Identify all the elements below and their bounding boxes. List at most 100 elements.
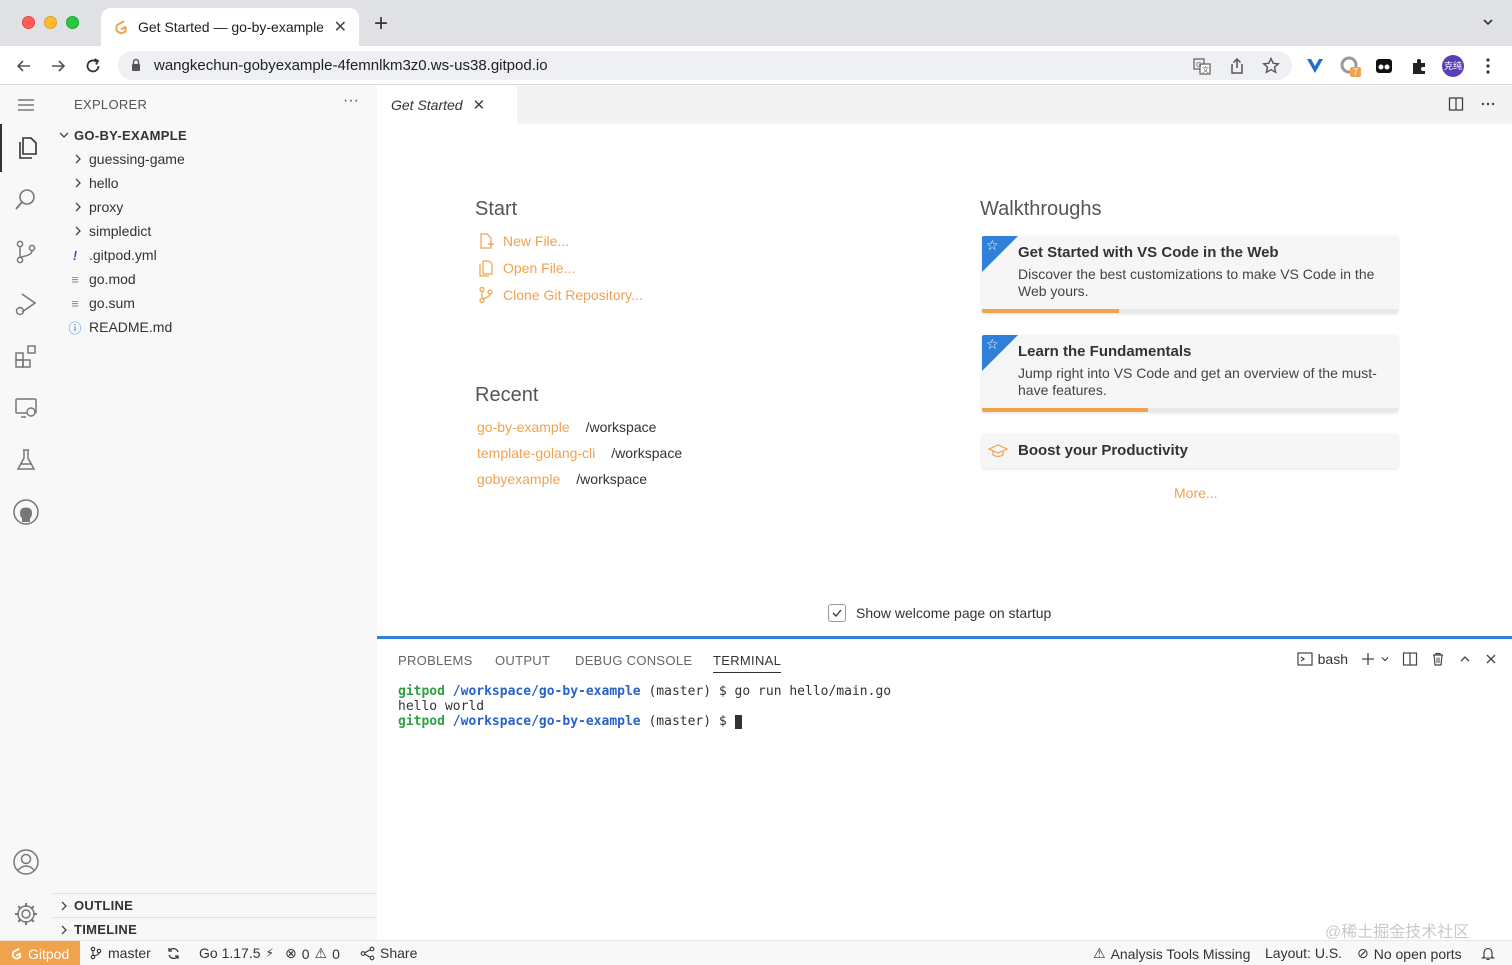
recent-item: template-golang-cli /workspace (477, 445, 682, 461)
omnibox[interactable]: wangkechun-gobyexample-4femnlkm3z0.ws-us… (118, 51, 1292, 80)
show-on-startup-checkbox[interactable] (828, 604, 846, 622)
window-close-button[interactable] (22, 16, 35, 29)
tree-item-file[interactable]: ≡ go.sum (52, 291, 377, 315)
tree-item-folder[interactable]: proxy (52, 195, 377, 219)
open-file-link[interactable]: Open File... (477, 259, 575, 277)
lightning-icon: ⚡ (265, 946, 274, 960)
editor-tab-get-started[interactable]: Get Started ✕ (377, 86, 517, 124)
analysis-label: Analysis Tools Missing (1110, 945, 1251, 962)
github-icon[interactable] (0, 488, 52, 536)
tree-item-file[interactable]: ! .gitpod.yml (52, 243, 377, 267)
sync-icon[interactable] (166, 946, 181, 961)
terminal-path: /workspace/go-by-example (452, 684, 641, 699)
workspace-root-folder[interactable]: GO-BY-EXAMPLE (52, 123, 377, 147)
walkthrough-card[interactable]: ☆ Learn the Fundamentals Jump right into… (982, 335, 1398, 412)
close-icon[interactable]: ✕ (473, 96, 486, 114)
tab-output[interactable]: OUTPUT (495, 653, 550, 668)
lock-icon[interactable] (130, 58, 142, 72)
recent-item-path: /workspace (576, 471, 648, 487)
split-terminal-icon[interactable] (1402, 651, 1418, 667)
hamburger-menu-icon[interactable] (0, 81, 52, 129)
new-tab-button[interactable]: + (374, 12, 388, 36)
walkthrough-card[interactable]: ☆ Get Started with VS Code in the Web Di… (982, 236, 1398, 313)
split-editor-icon[interactable] (1448, 96, 1464, 112)
gitpod-favicon-icon (115, 20, 127, 35)
extension-badge-icon[interactable]: 7 (1340, 56, 1362, 77)
remote-explorer-icon[interactable] (0, 384, 52, 432)
git-branch-icon (479, 286, 493, 304)
recent-item-name[interactable]: gobyexample (477, 471, 560, 487)
share-status[interactable]: Share (360, 945, 417, 961)
terminal-output[interactable]: gitpod /workspace/go-by-example (master)… (398, 684, 891, 729)
browser-tab[interactable]: Get Started — go-by-example ✕ (101, 8, 359, 46)
layout-label: Layout: U.S. (1265, 945, 1343, 961)
forward-arrow-icon[interactable] (48, 56, 68, 76)
chevron-right-icon (70, 199, 86, 215)
tab-debug-console[interactable]: DEBUG CONSOLE (575, 653, 692, 668)
tab-terminal[interactable]: TERMINAL (713, 653, 782, 673)
terminal-shell-selector[interactable]: bash (1297, 651, 1348, 667)
new-terminal-button[interactable] (1360, 651, 1390, 667)
extensions-puzzle-icon[interactable] (1409, 56, 1429, 76)
go-version-status[interactable]: Go 1.17.5 ⚡ (199, 945, 274, 961)
profile-avatar[interactable]: 克纯 (1442, 55, 1464, 77)
account-icon[interactable] (0, 838, 52, 886)
tree-item-folder[interactable]: simpledict (52, 219, 377, 243)
trash-icon[interactable] (1430, 651, 1446, 667)
close-icon[interactable]: ✕ (334, 17, 347, 37)
recent-item: go-by-example /workspace (477, 419, 656, 435)
more-walkthroughs-link[interactable]: More... (1174, 485, 1218, 501)
terminal-path: /workspace/go-by-example (452, 714, 641, 729)
tree-item-label: go.sum (89, 295, 135, 311)
start-heading: Start (475, 198, 518, 220)
source-control-icon[interactable] (0, 228, 52, 276)
clone-repo-link[interactable]: Clone Git Repository... (477, 286, 643, 304)
explorer-files-icon[interactable] (0, 124, 52, 172)
walkthroughs-heading: Walkthroughs (980, 198, 1102, 220)
tree-item-folder[interactable]: hello (52, 171, 377, 195)
ports-status[interactable]: ⊘ No open ports (1357, 945, 1462, 962)
new-file-link[interactable]: New File... (477, 232, 569, 250)
keyboard-layout-status[interactable]: Layout: U.S. (1265, 945, 1342, 961)
extensions-icon[interactable] (0, 332, 52, 380)
back-arrow-icon[interactable] (14, 56, 34, 76)
window-minimize-button[interactable] (44, 16, 57, 29)
status-bar: Gitpod master Go 1.17.5 ⚡ ⊗ 0 ⚠ 0 Share … (0, 940, 1512, 965)
analysis-tools-status[interactable]: ⚠ Analysis Tools Missing (1093, 945, 1250, 962)
more-actions-icon[interactable] (1480, 96, 1496, 112)
vue-devtools-icon[interactable] (1305, 56, 1325, 76)
settings-gear-icon[interactable] (0, 890, 52, 938)
window-zoom-button[interactable] (66, 16, 79, 29)
testing-flask-icon[interactable] (0, 436, 52, 484)
chevron-up-icon[interactable] (1458, 652, 1472, 666)
search-icon[interactable] (0, 176, 52, 224)
reader-extension-icon[interactable] (1374, 56, 1394, 76)
browser-menu-icon[interactable] (1478, 56, 1498, 76)
tree-item-file[interactable]: ⓘ README.md (52, 315, 377, 339)
walkthrough-card[interactable]: Boost your Productivity (982, 434, 1398, 468)
close-icon[interactable] (1484, 652, 1498, 666)
chevron-down-icon[interactable] (1482, 16, 1494, 28)
bell-icon[interactable] (1481, 946, 1495, 961)
recent-item-name[interactable]: go-by-example (477, 419, 570, 435)
bookmark-star-icon[interactable] (1261, 56, 1281, 76)
tree-item-file[interactable]: ≡ go.mod (52, 267, 377, 291)
tree-item-folder[interactable]: guessing-game (52, 147, 377, 171)
chevron-down-icon[interactable] (1380, 654, 1390, 664)
branch-status[interactable]: master (89, 945, 151, 961)
translate-icon[interactable]: G文 (1192, 56, 1212, 76)
outline-label: OUTLINE (74, 898, 134, 913)
timeline-section-header[interactable]: TIMELINE (52, 917, 377, 941)
gitpod-label: Gitpod (28, 945, 70, 962)
more-actions-icon[interactable]: ··· (343, 92, 359, 110)
recent-item-path: /workspace (611, 445, 683, 461)
problems-status[interactable]: ⊗ 0 ⚠ 0 (285, 945, 340, 962)
reload-icon[interactable] (83, 56, 103, 76)
outline-section-header[interactable]: OUTLINE (52, 893, 377, 917)
tab-problems[interactable]: PROBLEMS (398, 653, 473, 668)
run-debug-icon[interactable] (0, 280, 52, 328)
gitpod-status-button[interactable]: Gitpod (0, 941, 80, 965)
recent-item-name[interactable]: template-golang-cli (477, 445, 595, 461)
share-page-icon[interactable] (1227, 56, 1247, 76)
chevron-right-icon (70, 223, 86, 239)
